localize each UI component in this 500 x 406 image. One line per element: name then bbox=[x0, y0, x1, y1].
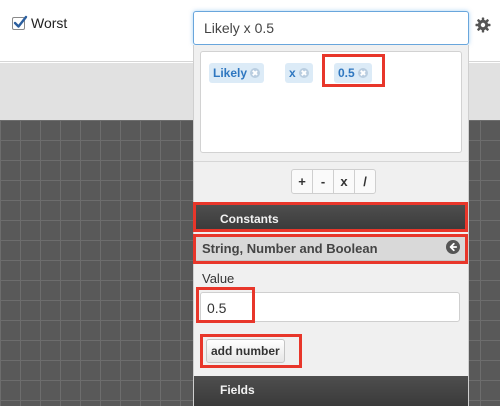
worst-checkbox-row[interactable]: Worst bbox=[12, 15, 67, 31]
worst-checkbox[interactable] bbox=[12, 15, 28, 30]
fields-section-header[interactable]: Fields bbox=[194, 376, 468, 406]
token-label: 0.5 bbox=[338, 66, 355, 80]
token-label: Likely bbox=[213, 66, 248, 80]
check-icon bbox=[13, 15, 28, 28]
add-number-button[interactable]: add number bbox=[206, 339, 285, 363]
operator-group: + - x / bbox=[291, 169, 376, 194]
constants-section-header[interactable]: Constants bbox=[194, 205, 468, 231]
section-title: String, Number and Boolean bbox=[202, 241, 378, 256]
minus-button[interactable]: - bbox=[313, 170, 334, 193]
value-input[interactable]: 0.5 bbox=[200, 292, 460, 322]
gear-icon[interactable] bbox=[475, 17, 491, 33]
plus-button[interactable]: + bbox=[292, 170, 313, 193]
chevron-left-circle-icon[interactable] bbox=[446, 240, 460, 254]
multiply-button[interactable]: x bbox=[334, 170, 355, 193]
token-value[interactable]: 0.5 bbox=[334, 63, 372, 83]
worst-checkbox-label: Worst bbox=[31, 15, 68, 31]
formula-builder-panel: Likely x 0.5 + - x / Constants String, N… bbox=[193, 45, 469, 406]
operator-divider bbox=[194, 161, 468, 162]
divide-button[interactable]: / bbox=[355, 170, 375, 193]
formula-input[interactable]: Likely x 0.5 bbox=[193, 11, 469, 45]
token-area[interactable]: Likely x 0.5 bbox=[200, 51, 462, 153]
remove-circle-icon[interactable] bbox=[298, 68, 309, 78]
token-likely[interactable]: Likely bbox=[209, 63, 265, 83]
token-multiply[interactable]: x bbox=[285, 63, 313, 83]
remove-circle-icon[interactable] bbox=[357, 68, 368, 78]
string-number-boolean-header[interactable]: String, Number and Boolean bbox=[194, 234, 468, 261]
value-label: Value bbox=[202, 271, 235, 286]
token-label: x bbox=[289, 66, 296, 80]
remove-circle-icon[interactable] bbox=[250, 68, 261, 78]
